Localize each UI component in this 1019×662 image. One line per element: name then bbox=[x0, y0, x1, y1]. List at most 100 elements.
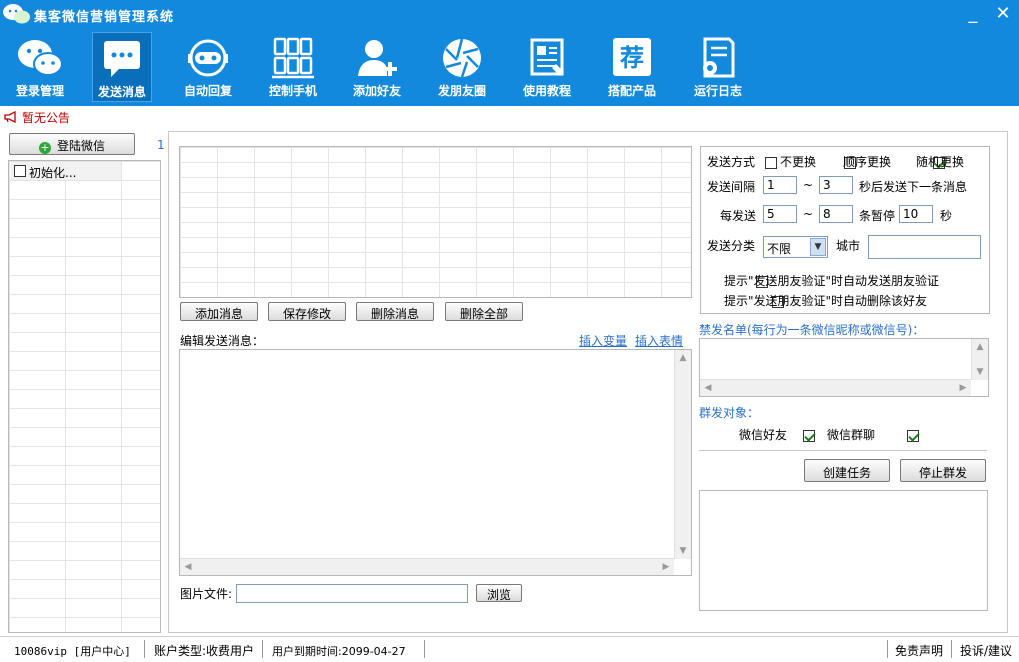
tab-products[interactable]: 荐 搭配产品 bbox=[592, 32, 672, 102]
tab-label: 发送消息 bbox=[97, 85, 146, 99]
scroll-down-icon[interactable]: ▼ bbox=[675, 543, 691, 559]
chevron-down-icon[interactable]: ▼ bbox=[810, 238, 826, 256]
product-icon: 荐 bbox=[613, 38, 651, 76]
account-list[interactable]: 初始化... bbox=[8, 160, 161, 633]
category-select[interactable]: 不限 ▼ bbox=[763, 236, 828, 258]
edit-message-label: 编辑发送消息： bbox=[180, 334, 265, 348]
target-friends-checkbox[interactable] bbox=[803, 429, 816, 442]
per-send-min-input[interactable]: 5 bbox=[763, 205, 797, 223]
moments-icon bbox=[443, 38, 481, 78]
tutorial-icon bbox=[530, 38, 564, 76]
tab-send-message[interactable]: 发送消息 bbox=[92, 32, 152, 102]
wechat-login-icon bbox=[18, 40, 63, 76]
login-wechat-button[interactable]: + 登陆微信 bbox=[9, 133, 135, 155]
message-editor[interactable]: ▲ ▼ ◀ ▶ bbox=[179, 349, 692, 576]
interval-max-input[interactable]: 3 bbox=[819, 176, 853, 194]
scroll-down-icon[interactable]: ▼ bbox=[972, 364, 988, 380]
close-button[interactable]: ✕ bbox=[992, 4, 1014, 26]
tab-label: 发朋友圈 bbox=[437, 84, 486, 98]
tip1-label: 提示"发送朋友验证"时自动发送朋友验证 bbox=[724, 274, 940, 288]
tab-login-manage[interactable]: 登录管理 bbox=[0, 32, 80, 102]
status-separator bbox=[951, 640, 952, 658]
tab-label: 使用教程 bbox=[522, 84, 571, 98]
category-value: 不限 bbox=[767, 242, 792, 256]
target-friends-label: 微信好友 bbox=[739, 428, 788, 442]
per-send-label: 每发送 bbox=[720, 209, 757, 223]
divider bbox=[699, 450, 987, 451]
interval-suffix: 秒后发送下一条消息 bbox=[859, 180, 968, 194]
tab-label: 自动回复 bbox=[183, 84, 232, 98]
robot-icon bbox=[188, 39, 228, 77]
blacklist-input[interactable]: ▲ ▼ ◀ ▶ bbox=[699, 338, 989, 397]
tab-add-friend[interactable]: 添加好友 bbox=[337, 32, 417, 102]
mode-random-label: 随机更换 bbox=[916, 155, 965, 169]
tab-auto-reply[interactable]: 自动回复 bbox=[168, 32, 248, 102]
interval-tilde: ~ bbox=[803, 178, 814, 192]
scroll-right-icon[interactable]: ▶ bbox=[955, 380, 971, 396]
task-log-box[interactable] bbox=[699, 490, 988, 611]
scroll-left-icon[interactable]: ◀ bbox=[180, 559, 196, 575]
tab-post-moments[interactable]: 发朋友圈 bbox=[422, 32, 502, 102]
stop-broadcast-button[interactable]: 停止群发 bbox=[900, 459, 986, 482]
status-separator bbox=[144, 640, 145, 658]
product-icon-char: 荐 bbox=[620, 44, 644, 72]
pause-suffix: 秒 bbox=[940, 209, 953, 223]
tab-label: 添加好友 bbox=[352, 84, 401, 98]
pause-seconds-input[interactable]: 10 bbox=[899, 205, 933, 223]
editor-vscrollbar[interactable]: ▲ ▼ bbox=[674, 350, 691, 559]
tab-tutorial[interactable]: 使用教程 bbox=[507, 32, 587, 102]
target-groups-checkbox[interactable] bbox=[906, 429, 919, 442]
account-type: 账户类型:收费用户 bbox=[154, 644, 255, 658]
mode-no-change-checkbox[interactable] bbox=[765, 156, 777, 169]
status-separator bbox=[887, 640, 888, 658]
message-list[interactable] bbox=[179, 146, 692, 298]
delete-message-button[interactable]: 删除消息 bbox=[356, 302, 434, 321]
status-separator bbox=[262, 640, 263, 658]
image-file-label: 图片文件: bbox=[180, 587, 233, 601]
expire-time: 用户到期时间:2099-04-27 bbox=[272, 645, 406, 658]
save-changes-button[interactable]: 保存修改 bbox=[268, 302, 346, 321]
disclaimer-link[interactable]: 免责声明 bbox=[895, 642, 943, 659]
image-file-input[interactable] bbox=[236, 584, 468, 603]
tab-label: 登录管理 bbox=[15, 84, 64, 98]
insert-emoji-link[interactable]: 插入表情 bbox=[635, 332, 683, 349]
scroll-up-icon[interactable]: ▲ bbox=[972, 339, 988, 355]
browse-button[interactable]: 浏览 bbox=[476, 584, 522, 602]
delete-all-button[interactable]: 删除全部 bbox=[445, 302, 523, 321]
login-wechat-label: 登陆微信 bbox=[56, 139, 105, 153]
status-bar: 10086vip [用户中心] 账户类型:收费用户 用户到期时间:2099-04… bbox=[0, 636, 1019, 662]
megaphone-icon bbox=[4, 111, 16, 123]
city-label: 城市 bbox=[836, 239, 861, 253]
minimize-button[interactable]: _ bbox=[962, 4, 984, 26]
wechat-logo-icon bbox=[3, 4, 30, 24]
account-row[interactable]: 初始化... bbox=[11, 162, 121, 180]
message-icon bbox=[104, 41, 140, 77]
account-status[interactable]: 10086vip [用户中心] bbox=[14, 643, 131, 659]
status-separator bbox=[424, 640, 425, 658]
tab-control-phone[interactable]: 控制手机 bbox=[253, 32, 333, 102]
insert-variable-link[interactable]: 插入变量 bbox=[579, 332, 627, 349]
city-input[interactable] bbox=[868, 235, 981, 259]
feedback-link[interactable]: 投诉/建议 bbox=[960, 642, 1012, 659]
create-task-button[interactable]: 创建任务 bbox=[804, 459, 890, 482]
blacklist-hscrollbar[interactable]: ◀ ▶ bbox=[700, 379, 971, 396]
phones-icon bbox=[272, 37, 314, 79]
blacklist-label: 禁发名单(每行为一条微信昵称或微信号)： bbox=[699, 323, 925, 337]
scroll-right-icon[interactable]: ▶ bbox=[658, 559, 674, 575]
per-send-max-input[interactable]: 8 bbox=[819, 205, 853, 223]
category-label: 发送分类 bbox=[707, 239, 756, 253]
per-send-tilde: ~ bbox=[803, 207, 814, 221]
account-checkbox[interactable] bbox=[14, 165, 26, 177]
window-title: 集客微信营销管理系统 bbox=[34, 10, 175, 25]
editor-hscrollbar[interactable]: ◀ ▶ bbox=[180, 558, 674, 575]
add-message-button[interactable]: 添加消息 bbox=[180, 302, 258, 321]
tip2-label: 提示"发送朋友验证"时自动删除该好友 bbox=[724, 294, 928, 308]
notice-bar: 暂无公告 bbox=[0, 106, 1019, 128]
mode-sequential-label: 顺序更换 bbox=[843, 155, 892, 169]
blacklist-vscrollbar[interactable]: ▲ ▼ bbox=[971, 339, 988, 380]
scroll-left-icon[interactable]: ◀ bbox=[700, 380, 716, 396]
pause-label: 条暂停 bbox=[859, 209, 896, 223]
interval-min-input[interactable]: 1 bbox=[763, 176, 797, 194]
tab-run-log[interactable]: 运行日志 bbox=[678, 32, 758, 102]
scroll-up-icon[interactable]: ▲ bbox=[675, 350, 691, 366]
